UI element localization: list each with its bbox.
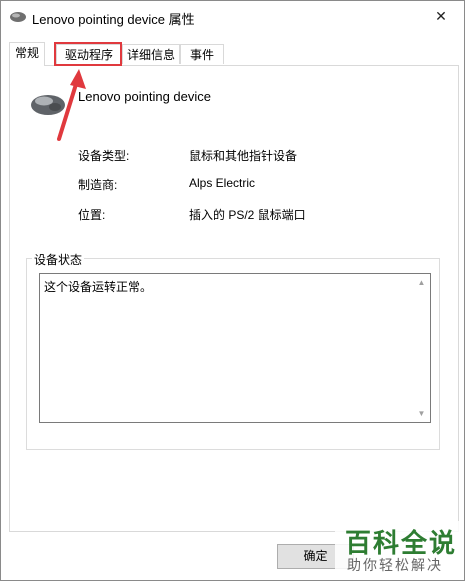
- scroll-down-icon[interactable]: ▼: [413, 405, 430, 422]
- tab-general[interactable]: 常规: [9, 42, 45, 66]
- manufacturer-value: Alps Electric: [189, 176, 256, 190]
- close-button[interactable]: ✕: [418, 1, 464, 31]
- watermark-logo: 百科全说 助你轻松解决: [335, 521, 463, 579]
- manufacturer-label: 制造商:: [78, 178, 118, 192]
- device-status-text: 这个设备运转正常。: [44, 280, 153, 294]
- status-scrollbar[interactable]: ▲ ▼: [413, 274, 430, 422]
- tab-label: 事件: [189, 48, 214, 62]
- device-status-legend: 设备状态: [32, 251, 85, 268]
- title-bar: Lenovo pointing device 属性 ✕: [1, 1, 464, 33]
- device-type-label: 设备类型:: [78, 149, 130, 163]
- annotation-arrow-icon: [57, 69, 86, 141]
- close-icon: ✕: [435, 8, 447, 24]
- watermark-subtitle: 助你轻松解决: [347, 557, 443, 573]
- device-type-value: 鼠标和其他指针设备: [189, 149, 298, 163]
- annotation-highlight-box: [54, 42, 122, 66]
- device-status-textbox[interactable]: 这个设备运转正常。 ▲ ▼: [39, 273, 431, 423]
- device-name: Lenovo pointing device: [78, 89, 211, 104]
- properties-dialog: Lenovo pointing device 属性 ✕ 常规 驱动程序 详细信息…: [0, 0, 465, 581]
- tab-label: 详细信息: [126, 48, 175, 62]
- location-label: 位置:: [78, 208, 106, 222]
- tab-label: 常规: [14, 46, 39, 60]
- mouse-icon: [10, 12, 26, 22]
- scroll-up-icon[interactable]: ▲: [413, 274, 430, 291]
- device-status-group: 设备状态 这个设备运转正常。 ▲ ▼: [26, 251, 440, 450]
- window-title: Lenovo pointing device 属性: [32, 12, 195, 27]
- tab-details[interactable]: 详细信息: [122, 44, 180, 64]
- location-value: 插入的 PS/2 鼠标端口: [189, 208, 306, 222]
- tab-events[interactable]: 事件: [180, 44, 224, 64]
